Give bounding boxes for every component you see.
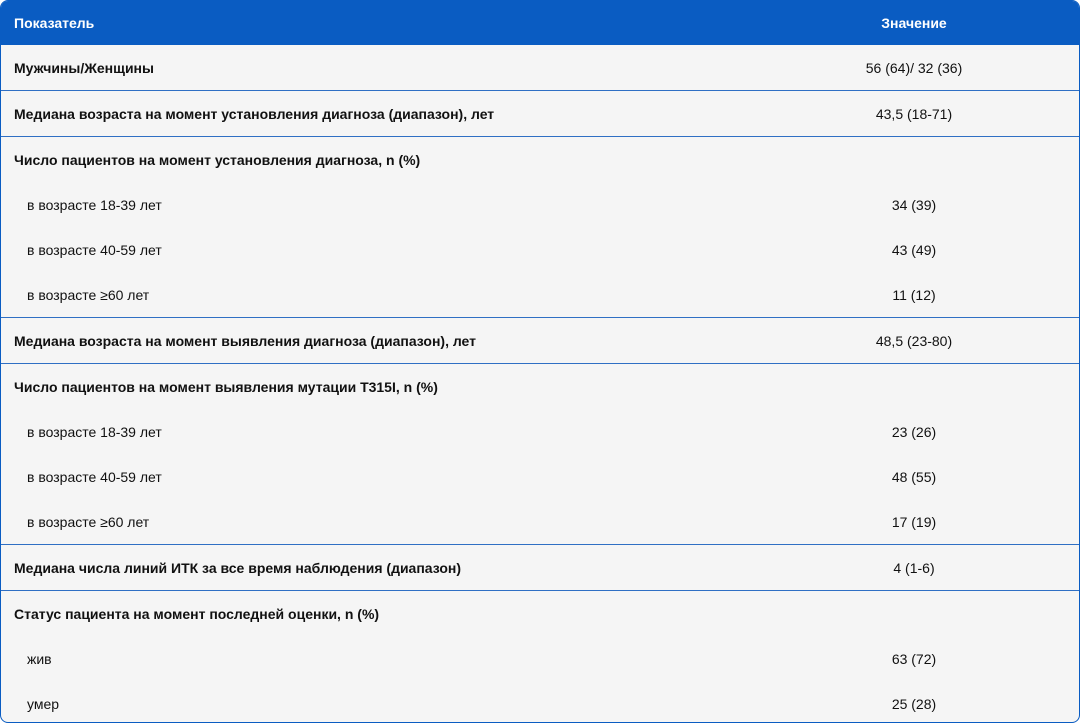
row-label: Статус пациента на момент последней оцен… (14, 605, 380, 622)
table-section: Статус пациента на момент последней оцен… (1, 591, 1079, 722)
subrow-label: в возрасте ≥60 лет (27, 286, 150, 303)
header-label: Показатель (14, 15, 95, 31)
subrow-label: в возрасте ≥60 лет (27, 513, 150, 530)
row-label: Число пациентов на момент установления д… (14, 151, 421, 168)
subrow-value: 34 (39) (891, 196, 937, 213)
subrow-value: 23 (26) (891, 423, 937, 440)
table-subrow: в возрасте ≥60 лет 17 (19) (1, 499, 1079, 544)
subrow-value: 63 (72) (891, 650, 937, 667)
subrow-label: в возрасте 18-39 лет (27, 196, 162, 213)
table-section: Число пациентов на момент установления д… (1, 137, 1079, 318)
table-row: Медиана возраста на момент установления … (1, 91, 1079, 136)
table-header: Показатель Значение (1, 1, 1079, 45)
subrow-label: в возрасте 40-59 лет (27, 468, 162, 485)
header-value: Значение (881, 15, 947, 31)
row-label: Медиана возраста на момент выявления диа… (14, 332, 477, 349)
row-label: Медиана возраста на момент установления … (14, 105, 495, 122)
table-section: Медиана возраста на момент выявления диа… (1, 318, 1079, 364)
row-value: 56 (64)/ 32 (36) (865, 59, 963, 76)
table-section: Медиана возраста на момент установления … (1, 91, 1079, 137)
row-label: Медиана числа линий ИТК за все время наб… (14, 559, 462, 576)
subrow-label: умер (27, 695, 60, 712)
subrow-value: 11 (12) (892, 286, 936, 303)
row-label: Число пациентов на момент выявления мута… (14, 378, 438, 395)
table-subrow: в возрасте 18-39 лет 34 (39) (1, 182, 1079, 227)
subrow-label: в возрасте 18-39 лет (27, 423, 162, 440)
row-value: 48,5 (23-80) (875, 332, 953, 349)
table-subrow: жив 63 (72) (1, 636, 1079, 681)
table-subrow: умер 25 (28) (1, 681, 1079, 722)
row-value: 4 (1-6) (893, 559, 935, 576)
table-row: Статус пациента на момент последней оцен… (1, 591, 1079, 636)
subrow-value: 43 (49) (891, 241, 937, 258)
row-label: Мужчины/Женщины (14, 59, 154, 76)
table-row: Медиана числа линий ИТК за все время наб… (1, 545, 1079, 590)
table-section: Медиана числа линий ИТК за все время наб… (1, 545, 1079, 591)
subrow-label: в возрасте 40-59 лет (27, 241, 162, 258)
table-subrow: в возрасте 18-39 лет 23 (26) (1, 409, 1079, 454)
table-section: Число пациентов на момент выявления мута… (1, 364, 1079, 545)
table-row: Число пациентов на момент установления д… (1, 137, 1079, 182)
subrow-value: 48 (55) (891, 468, 937, 485)
table-row: Медиана возраста на момент выявления диа… (1, 318, 1079, 363)
subrow-value: 25 (28) (891, 695, 937, 712)
table-row: Число пациентов на момент выявления мута… (1, 364, 1079, 409)
patient-characteristics-table: Показатель Значение Мужчины/Женщины 56 (… (0, 0, 1080, 723)
subrow-value: 17 (19) (891, 513, 937, 530)
table-section: Мужчины/Женщины 56 (64)/ 32 (36) (1, 45, 1079, 91)
subrow-label: жив (27, 650, 52, 667)
table-row: Мужчины/Женщины 56 (64)/ 32 (36) (1, 45, 1079, 90)
row-value: 43,5 (18-71) (875, 105, 953, 122)
table-subrow: в возрасте 40-59 лет 48 (55) (1, 454, 1079, 499)
table-subrow: в возрасте ≥60 лет 11 (12) (1, 272, 1079, 317)
table-subrow: в возрасте 40-59 лет 43 (49) (1, 227, 1079, 272)
